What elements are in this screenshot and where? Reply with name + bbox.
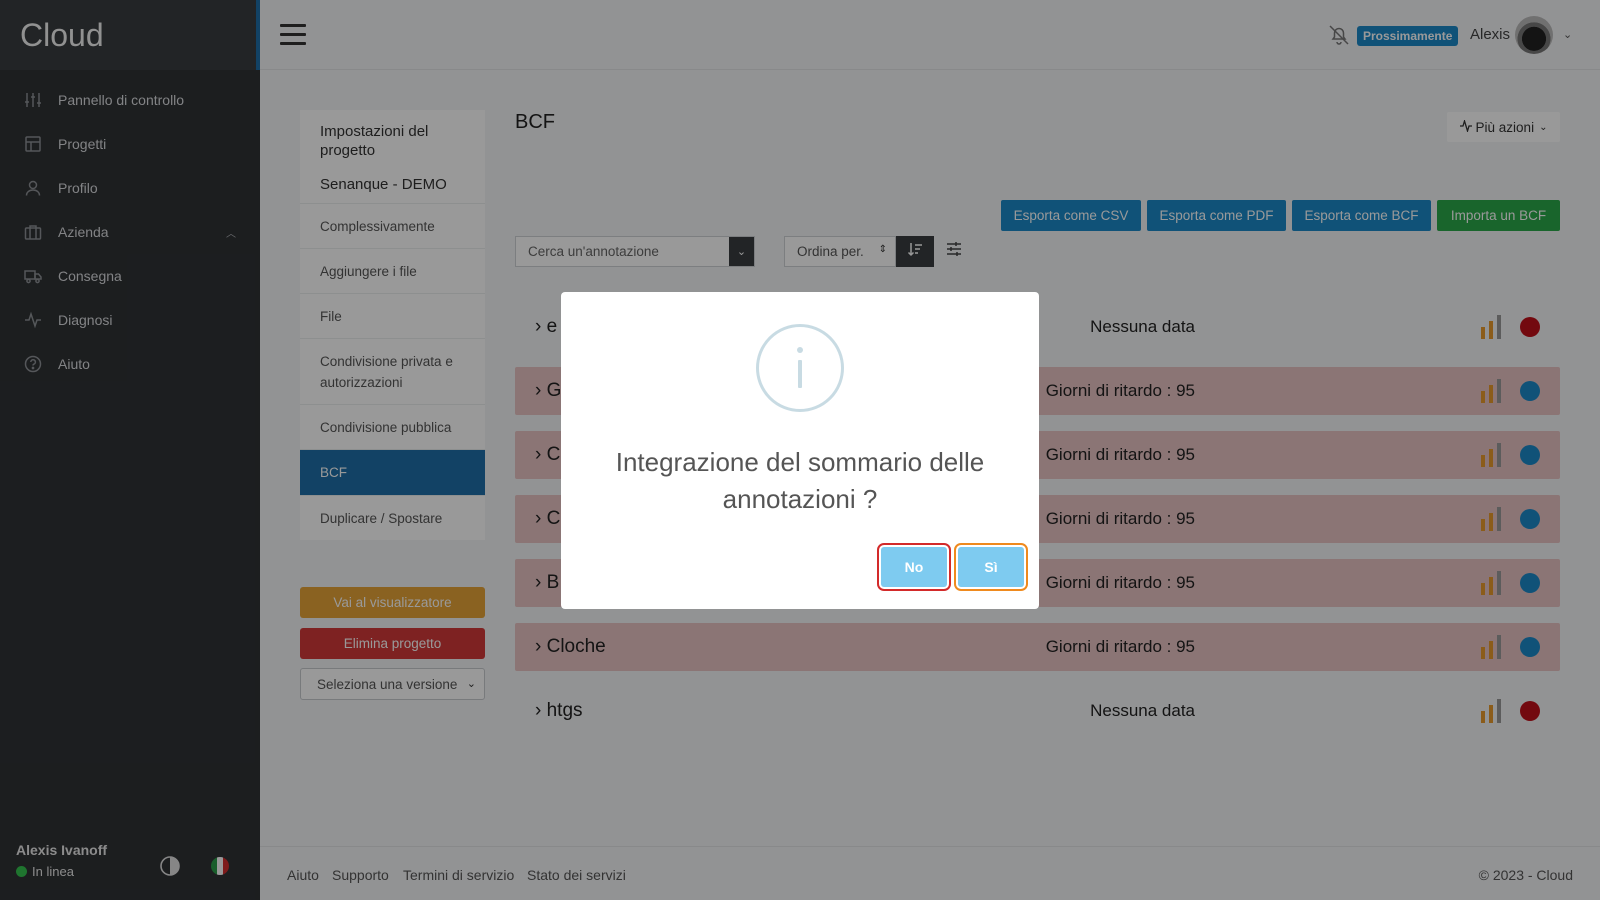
yes-button[interactable]: Sì (954, 543, 1028, 591)
confirm-dialog: Integrazione del sommario delle annotazi… (561, 292, 1039, 609)
no-button[interactable]: No (877, 543, 951, 591)
dialog-title: Integrazione del sommario delle annotazi… (615, 447, 985, 514)
info-icon (756, 324, 844, 412)
